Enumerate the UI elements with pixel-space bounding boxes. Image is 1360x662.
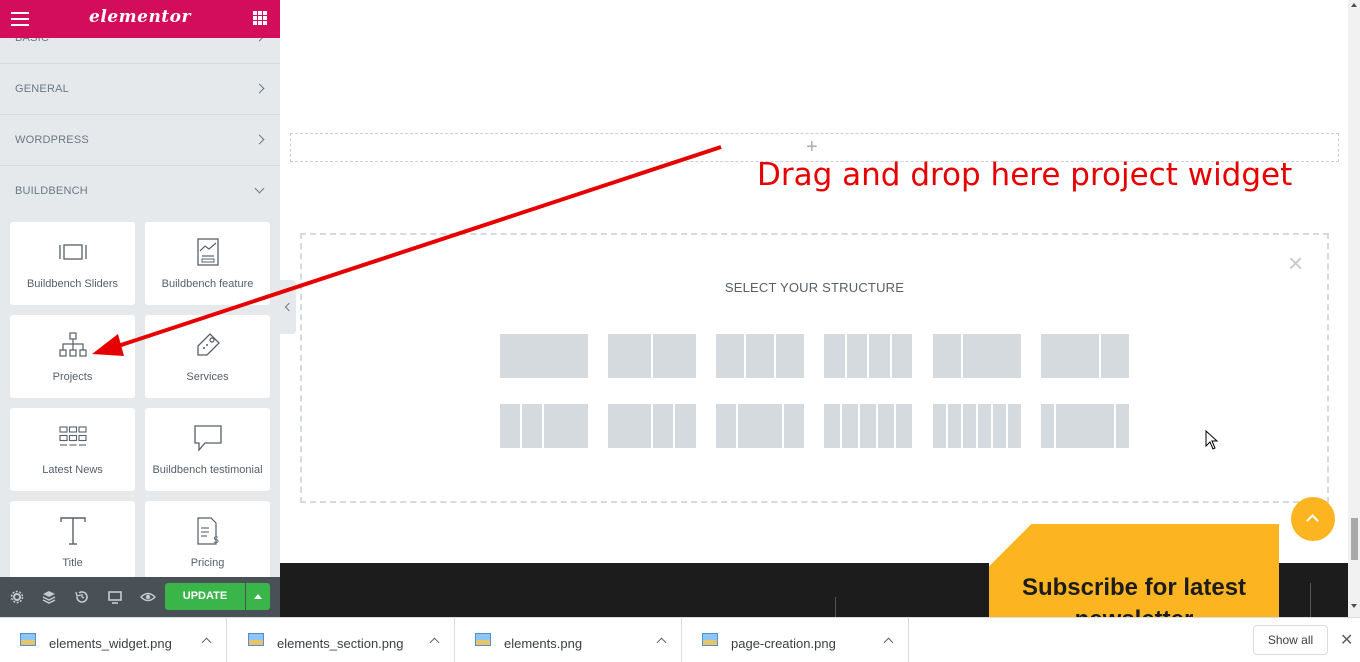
- chevron-up-icon[interactable]: [656, 637, 667, 648]
- image-file-icon: [702, 633, 718, 646]
- chevron-up-icon[interactable]: [201, 637, 212, 648]
- download-filename: elements.png: [504, 636, 583, 651]
- annotation-arrow: [92, 145, 722, 356]
- image-file-icon: [248, 633, 264, 646]
- show-all-downloads-button[interactable]: Show all: [1253, 625, 1328, 655]
- scroll-down-arrow-icon[interactable]: [1351, 604, 1357, 608]
- scroll-up-arrow-icon[interactable]: [1351, 3, 1357, 7]
- screen: BASIC GENERAL WORDPRESS BUILDBENCH Build…: [0, 0, 1360, 662]
- chevron-up-icon[interactable]: [429, 637, 440, 648]
- image-file-icon: [20, 633, 36, 646]
- image-file-icon: [475, 633, 491, 646]
- download-filename: elements_section.png: [277, 636, 404, 651]
- download-filename: page-creation.png: [731, 636, 836, 651]
- download-item[interactable]: elements_widget.png: [0, 617, 227, 662]
- download-item[interactable]: page-creation.png: [682, 617, 909, 662]
- download-item[interactable]: elements.png: [455, 617, 682, 662]
- download-item[interactable]: elements_section.png: [228, 617, 455, 662]
- chevron-up-icon[interactable]: [883, 637, 894, 648]
- download-filename: elements_widget.png: [49, 636, 172, 651]
- close-downloads-icon[interactable]: ✕: [1340, 630, 1353, 650]
- scrollbar-thumb[interactable]: [1351, 518, 1358, 560]
